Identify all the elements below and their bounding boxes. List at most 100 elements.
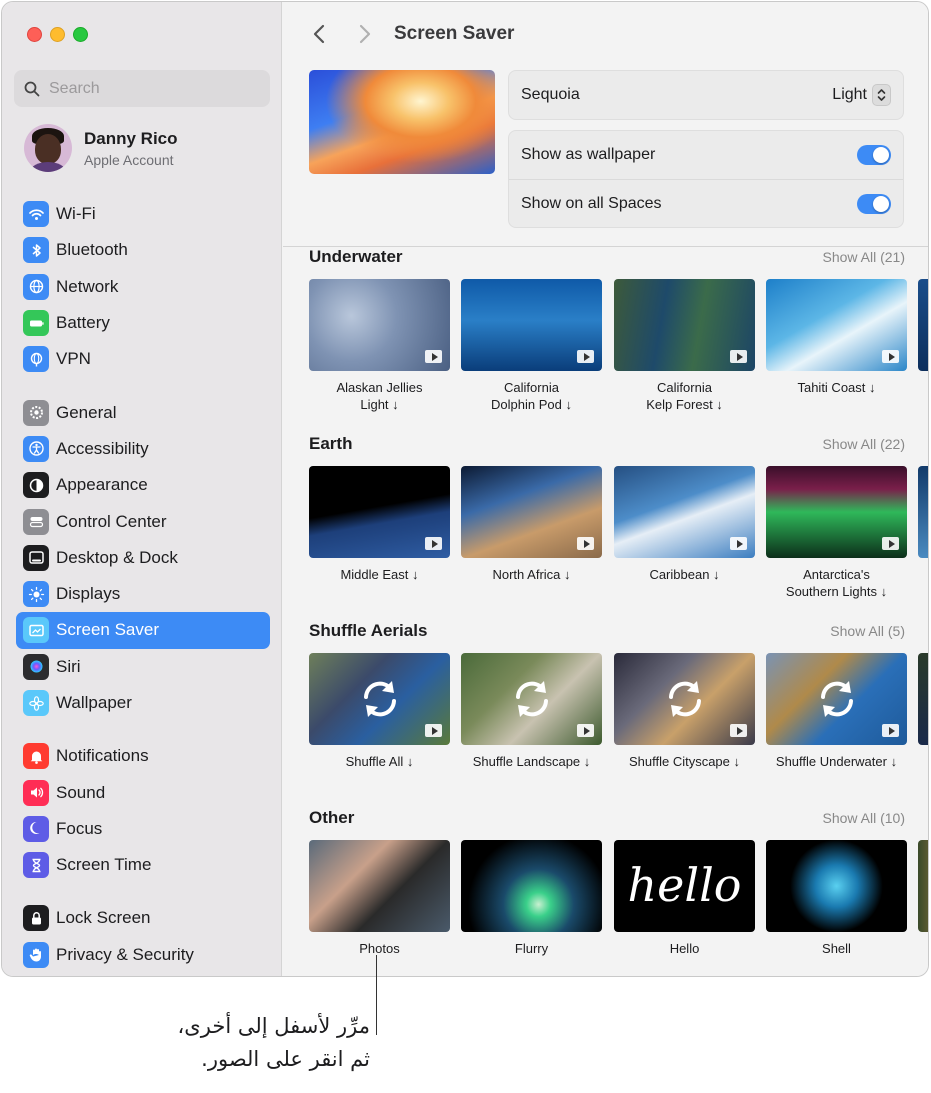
sidebar-item-vpn[interactable]: VPN <box>16 341 270 377</box>
video-badge-icon <box>882 350 899 363</box>
search-field[interactable] <box>14 70 270 107</box>
sidebar-item-bluetooth[interactable]: Bluetooth <box>16 232 270 268</box>
sidebar-item-accessibility[interactable]: Accessibility <box>16 431 270 467</box>
screen-saver-tile[interactable]: North Africa ↓ <box>461 466 602 583</box>
video-badge-icon <box>425 724 442 737</box>
sidebar-item-label: Bluetooth <box>56 240 128 260</box>
sidebar-item-focus[interactable]: Focus <box>16 811 270 847</box>
show-as-wallpaper-label: Show as wallpaper <box>521 146 656 163</box>
tile-row: Photos Flurry hello Hello Shell <box>309 840 928 976</box>
zoom-window-button[interactable] <box>73 27 88 42</box>
dock-icon <box>23 544 49 571</box>
sidebar: Danny Rico Apple Account Wi-Fi Bluetooth N… <box>2 2 282 976</box>
show-all-button[interactable]: Show All (21) <box>823 249 905 265</box>
screen-saver-tile[interactable]: hello Hello <box>614 840 755 957</box>
chevron-left-icon <box>313 24 325 44</box>
shuffle-icon <box>510 677 554 721</box>
screen-saver-tile[interactable]: Shuffle All ↓ <box>309 653 450 770</box>
screen-saver-tile[interactable]: Alaskan Jellies Light ↓ <box>309 279 450 413</box>
sidebar-item-desktop-dock[interactable]: Desktop & Dock <box>16 540 270 576</box>
sidebar-item-appearance[interactable]: Appearance <box>16 467 270 503</box>
sidebar-item-label: Lock Screen <box>56 908 151 928</box>
show-all-button[interactable]: Show All (10) <box>823 810 905 826</box>
sidebar-item-notifications[interactable]: Notifications <box>16 738 270 774</box>
sidebar-item-label: Network <box>56 276 119 296</box>
screen-saver-tile[interactable]: Shuffle Cityscape ↓ <box>614 653 755 770</box>
tile-row: Middle East ↓ North Africa ↓ Caribbean ↓ An… <box>309 466 928 616</box>
tile-thumbnail: hello <box>614 840 755 932</box>
show-all-button[interactable]: Show All (22) <box>823 436 905 452</box>
video-badge-icon <box>577 350 594 363</box>
screen-saver-tile[interactable]: Flurry <box>461 840 602 957</box>
tile-label: Shuffle Underwater ↓ <box>775 754 898 769</box>
minimize-window-button[interactable] <box>50 27 65 42</box>
next-tile-peek[interactable] <box>918 840 928 932</box>
variant-popup[interactable]: Light <box>832 84 891 106</box>
screen-saver-gallery[interactable]: Underwater Show All (21) Alaskan Jellies L… <box>283 247 928 976</box>
next-tile-peek[interactable] <box>918 466 928 558</box>
sidebar-item-siri[interactable]: Siri <box>16 649 270 685</box>
callout-line-1: مرِّر لأسفل إلى أخرى، <box>177 1014 370 1038</box>
sidebar-group: Wi-Fi Bluetooth Network Battery VPN <box>16 196 270 377</box>
sidebar-item-network[interactable]: Network <box>16 269 270 305</box>
video-badge-icon <box>730 537 747 550</box>
screen-saver-tile[interactable]: Caribbean ↓ <box>614 466 755 583</box>
sidebar-item-displays[interactable]: Displays <box>16 576 270 612</box>
show-on-all-spaces-label: Show on all Spaces <box>521 194 662 212</box>
screen-saver-tile[interactable]: Shuffle Landscape ↓ <box>461 653 602 770</box>
screen-saver-tile[interactable]: California Kelp Forest ↓ <box>614 279 755 413</box>
sidebar-item-battery[interactable]: Battery <box>16 305 270 341</box>
avatar <box>24 124 72 172</box>
search-input[interactable] <box>49 79 249 98</box>
page-title: Screen Saver <box>394 23 515 44</box>
tile-label: Shuffle Landscape ↓ <box>472 754 591 769</box>
sidebar-item-sound[interactable]: Sound <box>16 774 270 810</box>
sidebar-item-control-center[interactable]: Control Center <box>16 503 270 539</box>
screen-saver-icon <box>23 617 49 644</box>
screen-saver-tile[interactable]: Photos <box>309 840 450 957</box>
video-badge-icon <box>882 537 899 550</box>
sidebar-item-screen-time[interactable]: Screen Time <box>16 847 270 883</box>
options-panel: Show as wallpaper Show on all Spaces <box>508 130 904 228</box>
show-as-wallpaper-toggle[interactable] <box>857 145 891 165</box>
screen-saver-tile[interactable]: Antarctica's Southern Lights ↓ <box>766 466 907 600</box>
close-window-button[interactable] <box>27 27 42 42</box>
sidebar-item-wi-fi[interactable]: Wi-Fi <box>16 196 270 232</box>
forward-button[interactable] <box>353 22 377 46</box>
tile-thumbnail <box>614 466 755 558</box>
sidebar-item-label: Notifications <box>56 746 149 766</box>
sidebar-group: General Accessibility Appearance Control Ce… <box>16 394 270 721</box>
screen-saver-tile[interactable]: Middle East ↓ <box>309 466 450 583</box>
vpn-globe-icon <box>23 346 49 373</box>
tile-row: Alaskan Jellies Light ↓ California Dolphi… <box>309 279 928 429</box>
back-button[interactable] <box>307 22 331 46</box>
show-all-button[interactable]: Show All (5) <box>830 623 905 639</box>
section-underwater: Underwater Show All (21) Alaskan Jellies L… <box>309 247 928 429</box>
sidebar-item-privacy-security[interactable]: Privacy & Security <box>16 937 270 973</box>
popup-chevrons-icon <box>872 84 891 106</box>
next-tile-peek[interactable] <box>918 653 928 745</box>
sidebar-item-wallpaper[interactable]: Wallpaper <box>16 685 270 721</box>
section-header: Shuffle Aerials Show All (5) <box>309 621 905 645</box>
tile-thumbnail <box>766 279 907 371</box>
sidebar-item-label: Wi-Fi <box>56 204 96 224</box>
apple-account-row[interactable]: Danny Rico Apple Account <box>24 124 178 172</box>
video-badge-icon <box>577 724 594 737</box>
hourglass-icon <box>23 852 49 879</box>
section-header: Other Show All (10) <box>309 808 905 832</box>
screen-saver-tile[interactable]: Shell <box>766 840 907 957</box>
screen-saver-tile[interactable]: Tahiti Coast ↓ <box>766 279 907 396</box>
sidebar-item-lock-screen[interactable]: Lock Screen <box>16 900 270 936</box>
show-on-all-spaces-row: Show on all Spaces <box>509 179 903 227</box>
section-header: Earth Show All (22) <box>309 434 905 458</box>
screen-saver-tile[interactable]: Shuffle Underwater ↓ <box>766 653 907 770</box>
sidebar-item-general[interactable]: General <box>16 394 270 430</box>
sidebar-item-screen-saver[interactable]: Screen Saver <box>16 612 270 649</box>
screen-saver-tile[interactable]: California Dolphin Pod ↓ <box>461 279 602 413</box>
system-settings-window: Danny Rico Apple Account Wi-Fi Bluetooth N… <box>1 1 929 977</box>
tile-thumbnail <box>461 466 602 558</box>
sidebar-item-label: Privacy & Security <box>56 944 194 964</box>
show-on-all-spaces-toggle[interactable] <box>857 193 891 214</box>
sidebar-group: Notifications Sound Focus Screen Time <box>16 738 270 883</box>
next-tile-peek[interactable] <box>918 279 928 371</box>
